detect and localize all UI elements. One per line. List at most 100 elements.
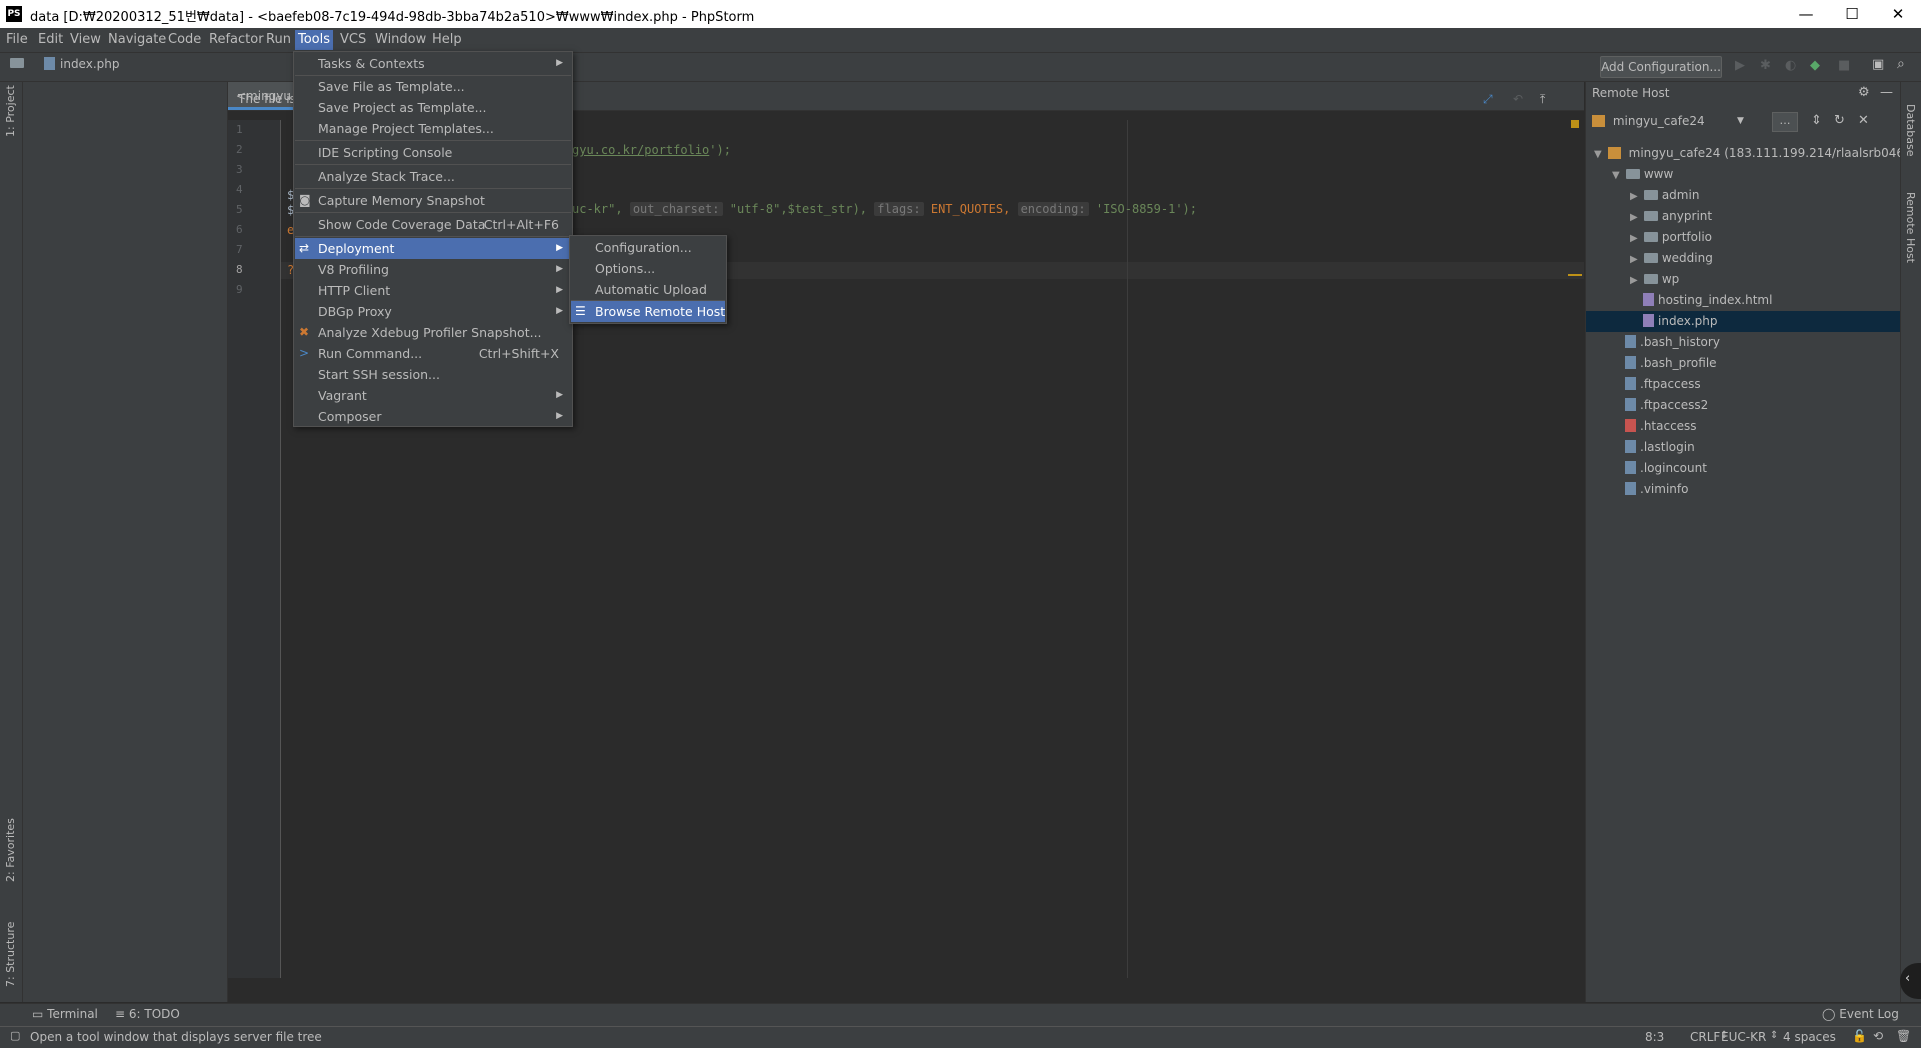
expand-arrow-icon[interactable]: ▶ bbox=[1630, 270, 1640, 291]
project-structure-icon[interactable]: ▣ bbox=[1872, 57, 1884, 72]
menu-item-capture-memory-snapshot[interactable]: ◙ Capture Memory Snapshot bbox=[295, 190, 571, 211]
menu-item-save-file-template[interactable]: Save File as Template... bbox=[295, 76, 571, 97]
menu-item-automatic-upload[interactable]: Automatic Upload bbox=[571, 279, 725, 300]
profile-icon[interactable]: ◆ bbox=[1810, 58, 1820, 73]
menu-view[interactable]: View bbox=[70, 32, 101, 47]
git-icon[interactable]: ⟲ bbox=[1873, 1029, 1883, 1043]
menu-navigate[interactable]: Navigate bbox=[108, 32, 166, 47]
line-separator[interactable]: CRLF bbox=[1690, 1030, 1720, 1044]
expand-arrow-icon[interactable]: ▼ bbox=[1594, 144, 1604, 165]
caret-position[interactable]: 8:3 bbox=[1645, 1030, 1664, 1044]
menu-item-save-project-template[interactable]: Save Project as Template... bbox=[295, 97, 571, 118]
tree-file-ftpaccess[interactable]: .ftpaccess bbox=[1586, 374, 1921, 395]
menu-code[interactable]: Code bbox=[168, 32, 201, 47]
server-selector[interactable]: mingyu_cafe24 ▼ bbox=[1592, 110, 1752, 132]
coverage-icon[interactable]: ◐ bbox=[1785, 58, 1796, 73]
remote-host-tool-button[interactable]: Remote Host bbox=[1904, 192, 1917, 263]
expand-arrow-icon[interactable]: ▶ bbox=[1630, 207, 1640, 228]
menu-window[interactable]: Window bbox=[375, 32, 426, 47]
expand-arrow-icon[interactable]: ▶ bbox=[1630, 186, 1640, 207]
tree-file-ftpaccess2[interactable]: .ftpaccess2 bbox=[1586, 395, 1921, 416]
menu-item-deployment[interactable]: ⇄ Deployment ▶ bbox=[295, 238, 571, 259]
close-button[interactable]: ✕ bbox=[1875, 0, 1921, 28]
collapse-all-icon[interactable]: ⇕ bbox=[1811, 113, 1822, 128]
compare-icon[interactable]: ⤢ bbox=[1483, 92, 1493, 107]
menu-item-ide-scripting-console[interactable]: IDE Scripting Console bbox=[295, 142, 571, 163]
database-tool-button[interactable]: Database bbox=[1904, 104, 1917, 157]
debug-icon[interactable]: ✱ bbox=[1760, 58, 1771, 73]
menu-item-analyze-stack-trace[interactable]: Analyze Stack Trace... bbox=[295, 166, 571, 187]
refresh-icon[interactable]: ↻ bbox=[1834, 113, 1845, 128]
menu-item-xdebug-snapshot[interactable]: ✖ Analyze Xdebug Profiler Snapshot... bbox=[295, 322, 571, 343]
expand-arrow-icon[interactable]: ▶ bbox=[1630, 249, 1640, 270]
indent-setting[interactable]: 4 spaces bbox=[1783, 1030, 1836, 1044]
terminal-tool-button[interactable]: ▭ Terminal bbox=[32, 1007, 98, 1021]
menu-item-vagrant[interactable]: Vagrant ▶ bbox=[295, 385, 571, 406]
menu-edit[interactable]: Edit bbox=[38, 32, 63, 47]
menu-item-options[interactable]: Options... bbox=[571, 258, 725, 279]
menu-item-browse-remote-host[interactable]: ☰ Browse Remote Host bbox=[571, 301, 725, 322]
tool-window-toggle-icon[interactable]: ▢ bbox=[10, 1029, 20, 1042]
todo-tool-button[interactable]: ≡ 6: TODO bbox=[115, 1007, 180, 1021]
expand-arrow-icon[interactable]: ▶ bbox=[1630, 228, 1640, 249]
hide-panel-icon[interactable]: — bbox=[1880, 82, 1893, 104]
breadcrumb[interactable]: index.php bbox=[60, 57, 119, 71]
menu-item-composer[interactable]: Composer ▶ bbox=[295, 406, 571, 427]
tree-folder-anyprint[interactable]: ▶ anyprint bbox=[1586, 206, 1921, 227]
event-log-button[interactable]: ◯ Event Log bbox=[1822, 1007, 1899, 1021]
menu-item-http-client[interactable]: HTTP Client ▶ bbox=[295, 280, 571, 301]
minimize-button[interactable]: — bbox=[1783, 0, 1829, 28]
menu-item-label: IDE Scripting Console bbox=[318, 145, 453, 160]
expand-arrow-icon[interactable]: ▼ bbox=[1612, 165, 1622, 186]
menu-tools[interactable]: Tools bbox=[295, 30, 334, 50]
run-icon[interactable]: ▶ bbox=[1735, 58, 1745, 73]
tree-file-lastlogin[interactable]: .lastlogin bbox=[1586, 437, 1921, 458]
tree-file-hosting-index[interactable]: hosting_index.html bbox=[1586, 290, 1921, 311]
browse-server-button[interactable]: … bbox=[1772, 112, 1798, 132]
tree-file-bash-history[interactable]: .bash_history bbox=[1586, 332, 1921, 353]
menu-help[interactable]: Help bbox=[432, 32, 462, 47]
tree-folder-wedding[interactable]: ▶ wedding bbox=[1586, 248, 1921, 269]
upload-icon[interactable]: ⤒ bbox=[1540, 92, 1545, 107]
menu-item-configuration[interactable]: Configuration... bbox=[571, 237, 725, 258]
trash-icon[interactable]: 🗑 bbox=[1896, 1029, 1911, 1043]
tree-file-viminfo[interactable]: .viminfo bbox=[1586, 479, 1921, 500]
favorites-tool-button[interactable]: 2: Favorites bbox=[4, 818, 17, 882]
tree-folder-wp[interactable]: ▶ wp bbox=[1586, 269, 1921, 290]
menu-item-v8-profiling[interactable]: V8 Profiling ▶ bbox=[295, 259, 571, 280]
tree-folder-www[interactable]: ▼ www bbox=[1586, 164, 1921, 185]
menu-item-dbgp-proxy[interactable]: DBGp Proxy ▶ bbox=[295, 301, 571, 322]
search-icon[interactable]: ⌕ bbox=[1897, 56, 1905, 72]
tree-file-logincount[interactable]: .logincount bbox=[1586, 458, 1921, 479]
close-icon[interactable]: ✕ bbox=[1858, 113, 1869, 128]
tree-root[interactable]: ▼ mingyu_cafe24 (183.111.199.214/rlaalsr… bbox=[1586, 143, 1916, 165]
menu-item-tasks-contexts[interactable]: Tasks & Contexts ▶ bbox=[295, 53, 571, 74]
tree-file-index-php[interactable]: index.php bbox=[1586, 311, 1921, 332]
menu-vcs[interactable]: VCS bbox=[340, 32, 366, 47]
menu-item-start-ssh[interactable]: Start SSH session... bbox=[295, 364, 571, 385]
tree-file-bash-profile[interactable]: .bash_profile bbox=[1586, 353, 1921, 374]
xdebug-icon: ✖ bbox=[299, 325, 310, 339]
code-url[interactable]: gyu.co.kr/portfolio bbox=[572, 143, 709, 157]
maximize-button[interactable]: ☐ bbox=[1829, 0, 1875, 28]
project-tool-button[interactable]: 1: Project bbox=[4, 85, 17, 137]
add-configuration-button[interactable]: Add Configuration... bbox=[1600, 56, 1722, 78]
menu-item-manage-templates[interactable]: Manage Project Templates... bbox=[295, 118, 571, 139]
stop-icon[interactable]: ■ bbox=[1838, 58, 1850, 73]
menu-refactor[interactable]: Refactor bbox=[209, 32, 264, 47]
file-encoding[interactable]: EUC-KR bbox=[1721, 1030, 1766, 1044]
menu-item-run-command[interactable]: > Run Command... Ctrl+Shift+X bbox=[295, 343, 571, 364]
revert-icon[interactable]: ↶ bbox=[1513, 92, 1523, 106]
gear-icon[interactable]: ⚙ bbox=[1858, 82, 1870, 104]
tree-folder-portfolio[interactable]: ▶ portfolio bbox=[1586, 227, 1921, 248]
warning-stripe-icon[interactable] bbox=[1571, 120, 1579, 128]
tree-file-htaccess[interactable]: .htaccess bbox=[1586, 416, 1921, 437]
structure-tool-button[interactable]: 7: Structure bbox=[4, 922, 17, 987]
menu-run[interactable]: Run bbox=[266, 32, 291, 47]
error-stripe-mark[interactable] bbox=[1568, 274, 1582, 276]
project-folder-icon[interactable] bbox=[10, 58, 24, 68]
menu-item-show-code-coverage[interactable]: Show Code Coverage Data Ctrl+Alt+F6 bbox=[295, 214, 571, 235]
menu-file[interactable]: File bbox=[6, 32, 28, 47]
tree-folder-admin[interactable]: ▶ admin bbox=[1586, 185, 1921, 206]
lock-icon[interactable]: 🔓 bbox=[1852, 1029, 1867, 1043]
